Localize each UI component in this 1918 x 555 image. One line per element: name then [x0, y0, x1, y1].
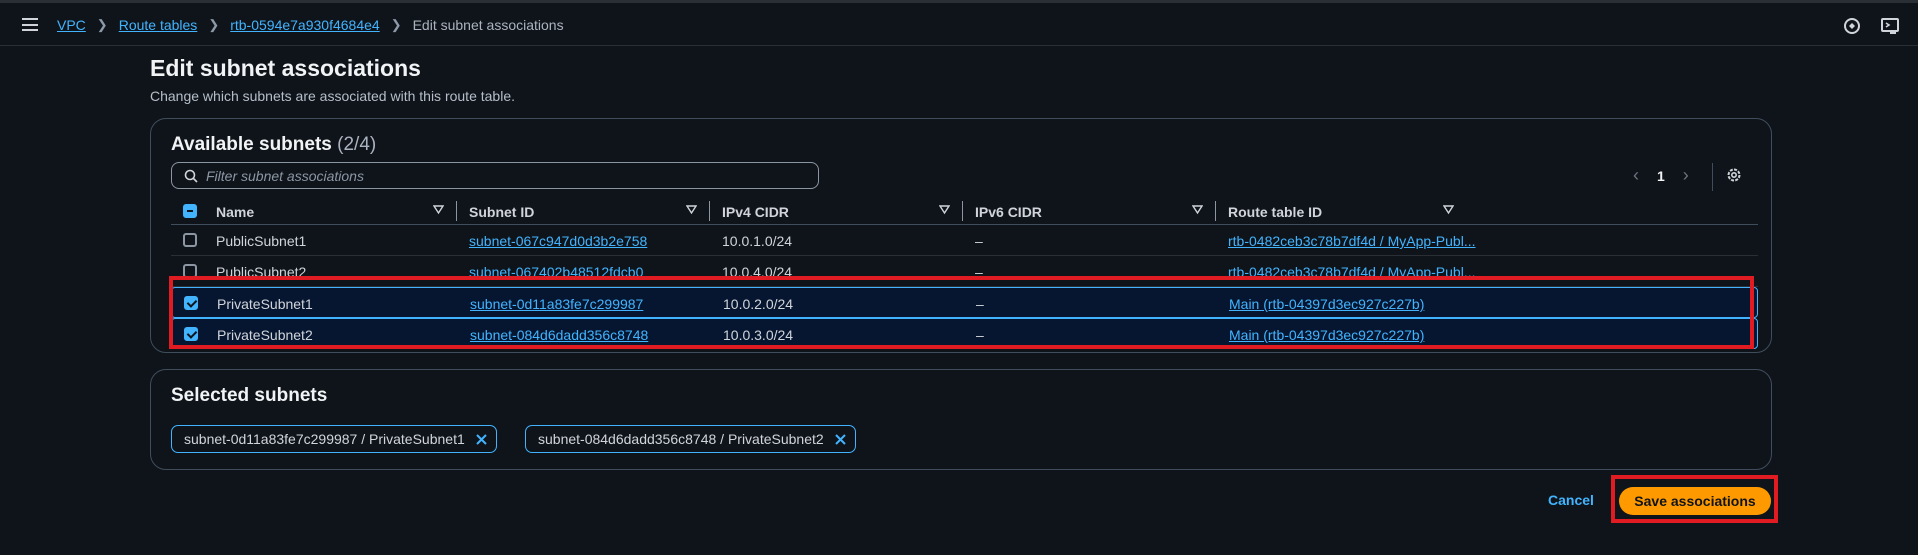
divider [1712, 163, 1713, 191]
sort-down-icon[interactable] [1192, 204, 1203, 215]
top-navigation-bar: VPC ❯ Route tables ❯ rtb-0594e7a930f4684… [0, 0, 1918, 46]
column-divider[interactable] [456, 201, 457, 221]
breadcrumb-route-table[interactable]: rtb-0594e7a930f4684e4 [230, 17, 379, 33]
token-label: subnet-084d6dadd356c8748 / PrivateSubnet… [538, 431, 824, 447]
sort-down-icon[interactable] [433, 204, 444, 215]
breadcrumb-route-tables[interactable]: Route tables [119, 17, 198, 33]
save-associations-button[interactable]: Save associations [1619, 487, 1771, 515]
previous-page-icon[interactable]: ‹ [1633, 165, 1639, 186]
chevron-right-icon: ❯ [96, 17, 108, 32]
sort-down-icon[interactable] [939, 204, 950, 215]
available-subnets-title: Available subnets [171, 134, 332, 155]
table-row[interactable]: PublicSubnet1 subnet-067c947d0d3b2e758 1… [171, 225, 1758, 256]
available-subnets-heading: Available subnets (2/4) [171, 134, 376, 156]
close-icon[interactable] [475, 433, 488, 446]
filter-box[interactable] [171, 162, 819, 189]
row-checkbox[interactable] [183, 233, 197, 247]
menu-icon[interactable] [22, 18, 38, 31]
sort-down-icon[interactable] [1443, 204, 1454, 215]
column-header-ipv4-cidr[interactable]: IPv4 CIDR [722, 204, 789, 220]
ipv6-cidr: – [975, 233, 983, 249]
available-subnets-count: (2/4) [337, 134, 377, 155]
chevron-right-icon: ❯ [390, 17, 402, 32]
column-header-subnet-id[interactable]: Subnet ID [469, 204, 534, 220]
cancel-button[interactable]: Cancel [1548, 492, 1594, 508]
sort-down-icon[interactable] [686, 204, 697, 215]
subnet-name: PublicSubnet1 [216, 233, 307, 249]
column-divider[interactable] [1215, 201, 1216, 221]
search-icon [184, 169, 198, 183]
breadcrumb-current: Edit subnet associations [412, 17, 564, 33]
column-divider[interactable] [709, 201, 710, 221]
ipv4-cidr: 10.0.1.0/24 [722, 233, 793, 249]
highlight-annotation [169, 276, 1754, 349]
gear-icon[interactable] [1725, 166, 1743, 184]
feedback-icon[interactable] [1842, 16, 1862, 36]
breadcrumb: VPC ❯ Route tables ❯ rtb-0594e7a930f4684… [57, 17, 564, 33]
select-all-checkbox[interactable] [183, 204, 197, 218]
selected-subnets-heading: Selected subnets [171, 385, 328, 406]
close-icon[interactable] [834, 433, 847, 446]
page-title: Edit subnet associations [150, 55, 421, 81]
subnet-id-link[interactable]: subnet-067c947d0d3b2e758 [469, 233, 647, 249]
current-page[interactable]: 1 [1657, 168, 1665, 184]
column-header-name[interactable]: Name [216, 204, 254, 220]
column-header-ipv6-cidr[interactable]: IPv6 CIDR [975, 204, 1042, 220]
route-table-link[interactable]: rtb-0482ceb3c78b7df4d / MyApp-Publ... [1228, 233, 1476, 249]
selected-subnet-token: subnet-084d6dadd356c8748 / PrivateSubnet… [525, 425, 856, 453]
cloudshell-icon[interactable] [1880, 16, 1900, 36]
breadcrumb-vpc[interactable]: VPC [57, 17, 86, 33]
page-description: Change which subnets are associated with… [150, 88, 515, 104]
selected-subnet-token: subnet-0d11a83fe7c299987 / PrivateSubnet… [171, 425, 497, 453]
column-divider[interactable] [962, 201, 963, 221]
pagination: ‹ 1 › [1633, 165, 1689, 186]
column-header-route-table-id[interactable]: Route table ID [1228, 204, 1322, 220]
table-header: Name Subnet ID IPv4 CIDR IPv6 CIDR Route… [171, 196, 1758, 225]
next-page-icon[interactable]: › [1683, 165, 1689, 186]
token-label: subnet-0d11a83fe7c299987 / PrivateSubnet… [184, 431, 465, 447]
filter-input[interactable] [206, 167, 786, 184]
selected-subnets-panel: Selected subnets subnet-0d11a83fe7c29998… [150, 369, 1772, 470]
chevron-right-icon: ❯ [208, 17, 220, 32]
